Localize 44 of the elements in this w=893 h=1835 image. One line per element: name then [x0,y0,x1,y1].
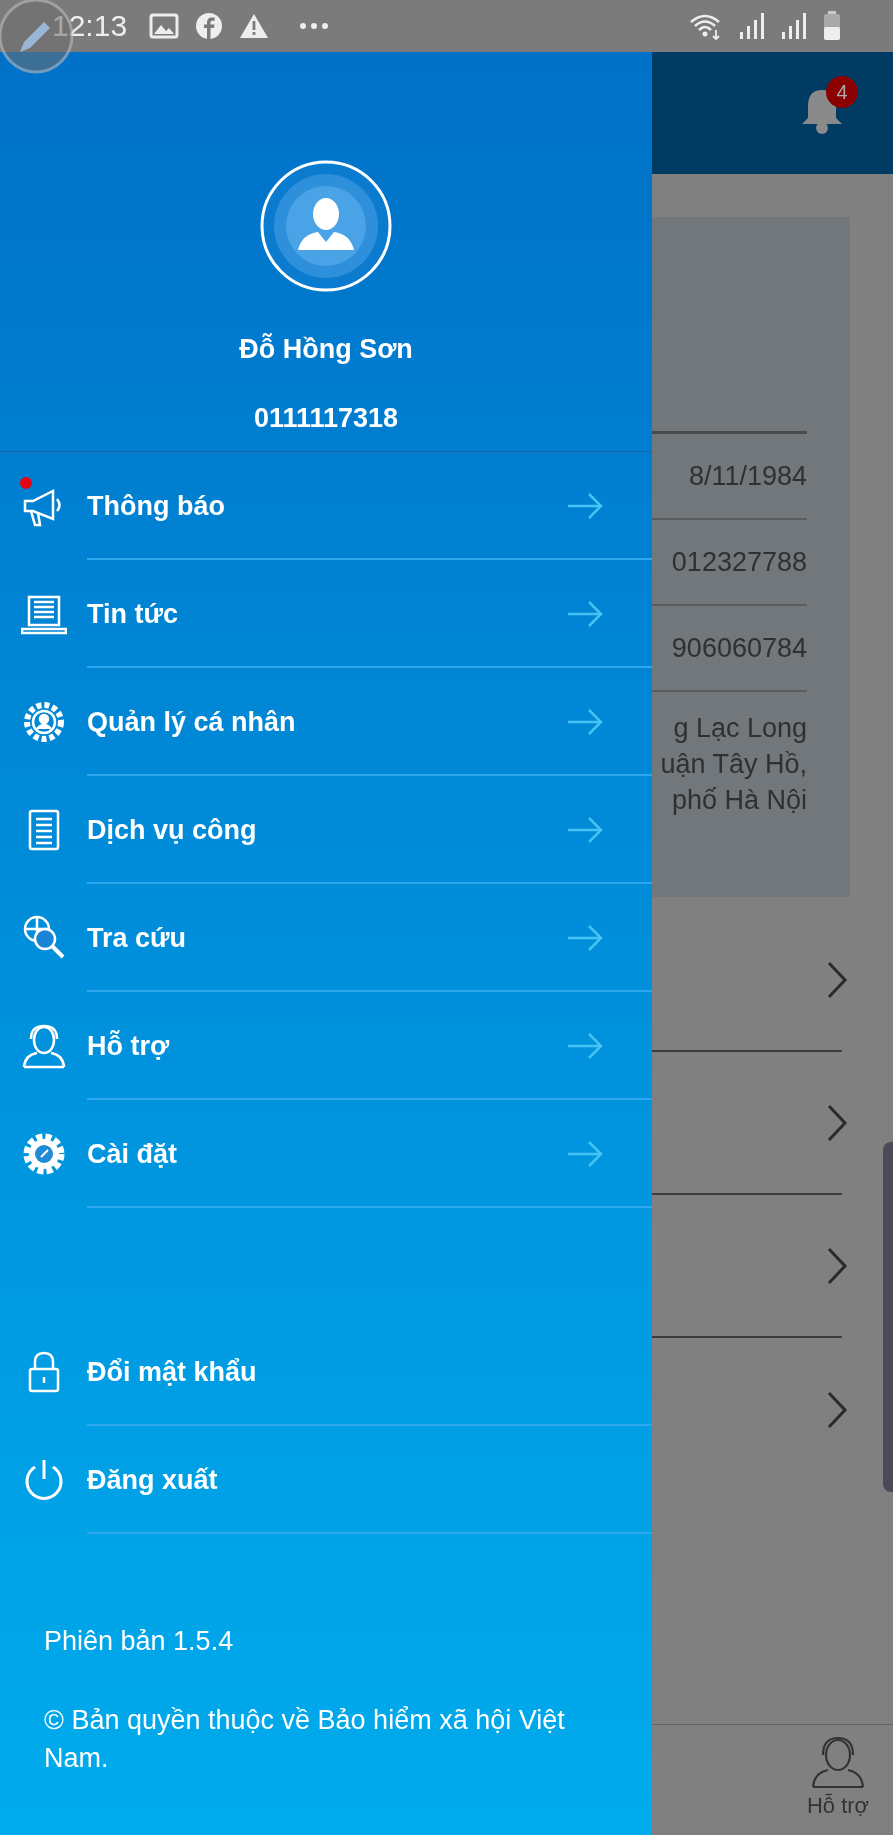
warning-icon [239,13,270,39]
address-text: phố Hà Nội [671,784,807,817]
chevron-icon[interactable] [826,959,848,1000]
avatar-icon [260,160,392,292]
notification-badge: 4 [826,76,858,108]
copyright-text: © Bản quyền thuộc về Bảo hiểm xã hội Việt Nam. [44,1704,566,1775]
menu-item[interactable]: Tra cứu [0,884,652,992]
battery-icon [823,11,841,41]
info-value: 8/11/1984 [652,434,807,520]
headset-person-icon [20,1023,67,1069]
arrow-icon [567,492,603,520]
info-value: 906060784 [652,606,807,692]
image-icon [149,13,180,39]
support-tab[interactable]: Hỗ trợ [773,1725,893,1835]
more-icon [299,22,330,30]
facebook-icon [195,12,224,40]
menu-item[interactable]: Dịch vụ công [0,776,652,884]
menu-item[interactable]: Đăng xuất [0,1426,652,1534]
arrow-icon [567,1032,603,1060]
user-name: Đỗ Hồng Sơn [239,334,413,365]
menu-item[interactable]: Cài đặt [0,1100,652,1208]
status-time: 12:13 [52,9,128,43]
menu-item[interactable]: Đổi mật khẩu [0,1318,652,1426]
chevron-icon[interactable] [826,1389,848,1430]
menu-item[interactable]: Thông báo [0,452,652,560]
wifi-icon [689,12,723,40]
menu-item[interactable]: Hỗ trợ [0,992,652,1100]
user-id: 0111117318 [253,403,399,434]
address-text: g Lạc Long [673,712,807,745]
signal-icon [781,12,807,40]
info-value: 012327788 [652,520,807,606]
version-text: Phiên bản 1.5.4 [44,1626,235,1657]
signal-icon [739,12,765,40]
menu-item[interactable]: Tin tức [0,560,652,668]
menu-item[interactable]: Quản lý cá nhân [0,668,652,776]
chevron-icon[interactable] [826,1102,848,1143]
arrow-icon [567,600,603,628]
arrow-icon [567,924,603,952]
arrow-icon [567,1140,603,1168]
address-text: uận Tây Hồ, [660,748,807,781]
arrow-icon [567,708,603,736]
headset-person-icon [810,1735,866,1789]
arrow-icon [567,816,603,844]
chevron-icon[interactable] [826,1245,848,1286]
